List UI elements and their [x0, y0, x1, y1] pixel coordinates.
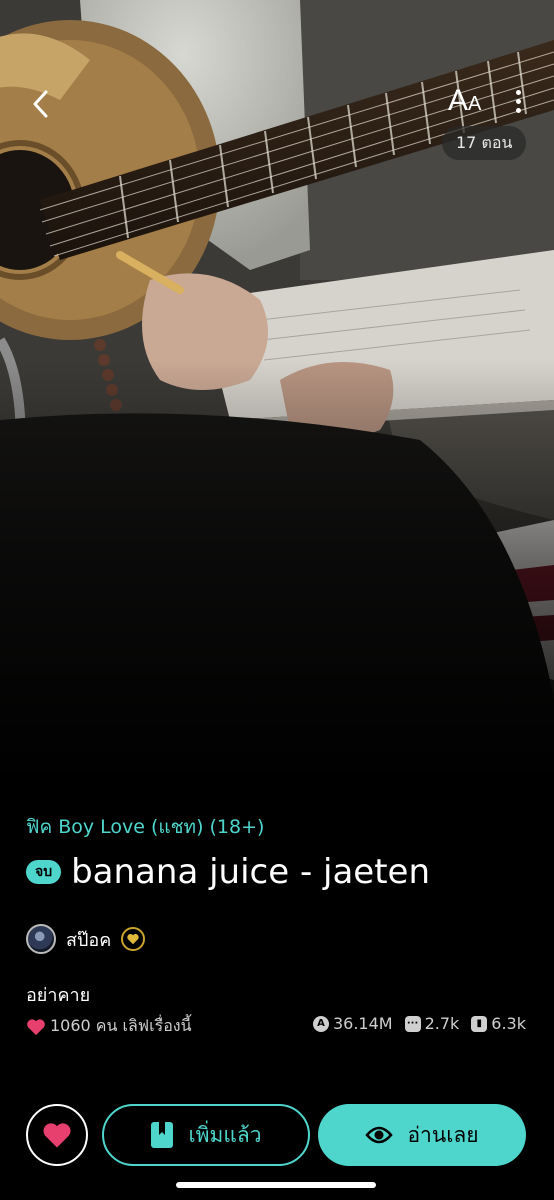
more-options-button[interactable] — [506, 86, 530, 124]
episode-count-badge: 17 ตอน — [442, 126, 527, 160]
heart-icon — [43, 1123, 71, 1148]
read-now-button[interactable]: อ่านเลย — [318, 1104, 526, 1166]
heart-icon — [27, 1018, 45, 1035]
story-category[interactable]: ฟิค Boy Love (แชท) (18+) — [26, 812, 264, 842]
avatar — [26, 924, 56, 954]
library-stat: ▮ 6.3k — [471, 1014, 526, 1033]
library-button-label: เพิ่มแล้ว — [188, 1122, 262, 1147]
story-tag: อย่าคาย — [26, 985, 91, 1006]
likes-text: 1060 คน เลิฟเรื่องนี้ — [50, 1016, 192, 1035]
read-button-label: อ่านเลย — [407, 1122, 479, 1147]
home-indicator[interactable] — [176, 1182, 376, 1188]
supporter-heart-icon — [121, 927, 146, 951]
views-icon: A — [312, 1015, 329, 1032]
completed-badge: จบ — [26, 860, 62, 884]
comment-icon: ··· — [404, 1015, 421, 1032]
back-button[interactable] — [22, 82, 62, 126]
title-row: จบ banana juice - jaeten — [26, 852, 430, 892]
story-title: banana juice - jaeten — [71, 852, 431, 892]
font-size-icon: A — [448, 84, 469, 117]
more-vertical-icon — [506, 90, 530, 113]
favorite-button[interactable] — [26, 1104, 88, 1166]
chevron-left-icon — [33, 90, 48, 118]
add-to-library-button[interactable]: เพิ่มแล้ว — [102, 1104, 310, 1166]
author-name: สป๊อค — [66, 929, 112, 951]
font-size-button[interactable]: AA — [448, 84, 494, 124]
eye-icon — [365, 1125, 394, 1145]
views-stat: A 36.14M — [312, 1014, 393, 1033]
story-stats: A 36.14M ··· 2.7k ▮ 6.3k — [301, 1014, 526, 1033]
book-icon: ▮ — [471, 1015, 488, 1032]
book-icon — [150, 1121, 174, 1149]
likes-count: 1060 คน เลิฟเรื่องนี้ — [26, 1014, 192, 1039]
comments-stat: ··· 2.7k — [404, 1014, 459, 1033]
author-row[interactable]: สป๊อค — [26, 924, 146, 954]
